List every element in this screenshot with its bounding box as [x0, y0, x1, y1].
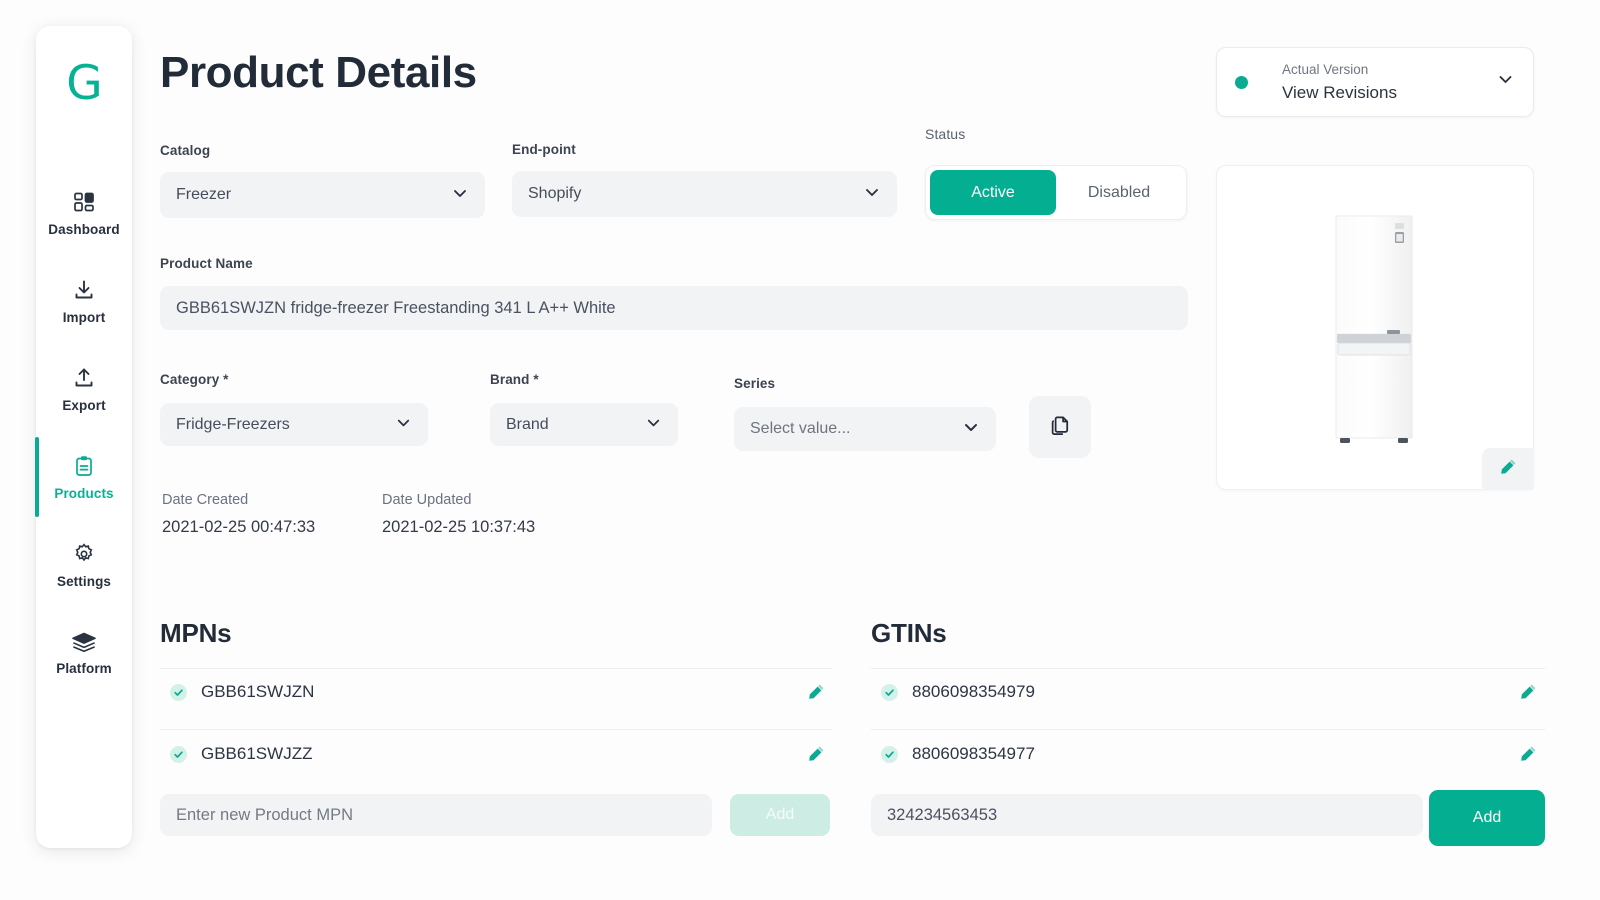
verified-check-icon [170, 746, 187, 763]
catalog-label: Catalog [160, 143, 210, 158]
divider [160, 668, 832, 669]
date-updated-value: 2021-02-25 10:37:43 [382, 518, 535, 537]
category-label: Category * [160, 372, 229, 387]
divider [160, 729, 832, 730]
gtin-input[interactable]: 324234563453 [871, 794, 1423, 836]
version-main-label: View Revisions [1282, 81, 1496, 105]
sidebar-item-label: Export [62, 398, 105, 413]
sidebar-item-settings[interactable]: Settings [36, 521, 132, 609]
catalog-value: Freezer [176, 186, 451, 204]
status-label: Status [925, 126, 965, 142]
divider [871, 668, 1545, 669]
list-item: 8806098354977 [881, 744, 1035, 764]
date-updated-label: Date Updated [382, 492, 471, 508]
endpoint-value: Shopify [528, 185, 863, 203]
endpoint-select[interactable]: Shopify [512, 171, 897, 217]
verified-check-icon [170, 684, 187, 701]
category-select[interactable]: Fridge-Freezers [160, 403, 428, 446]
pencil-icon [808, 749, 825, 766]
brand-select[interactable]: Brand [490, 403, 678, 446]
product-name-label: Product Name [160, 256, 253, 271]
list-item: GBB61SWJZN [170, 682, 314, 702]
edit-gtin-button[interactable] [1520, 745, 1537, 767]
product-name-value: GBB61SWJZN fridge-freezer Freestanding 3… [176, 299, 616, 318]
date-created-label: Date Created [162, 492, 248, 508]
status-disabled-button[interactable]: Disabled [1056, 170, 1182, 215]
edit-mpn-button[interactable] [808, 745, 825, 767]
gtin-value: 8806098354977 [912, 744, 1035, 764]
series-label: Series [734, 376, 775, 391]
version-sub-label: Actual Version [1282, 60, 1496, 81]
mpn-value: GBB61SWJZN [201, 682, 314, 702]
sidebar-item-export[interactable]: Export [36, 345, 132, 433]
mpns-title: MPNs [160, 618, 231, 649]
sidebar-item-label: Dashboard [48, 222, 119, 237]
clipboard-icon [72, 454, 96, 478]
category-value: Fridge-Freezers [176, 416, 395, 434]
divider [871, 729, 1545, 730]
edit-gtin-button[interactable] [1520, 683, 1537, 705]
gtins-title: GTINs [871, 618, 947, 649]
add-mpn-button[interactable]: Add [730, 794, 830, 836]
catalog-select[interactable]: Freezer [160, 172, 485, 218]
add-gtin-button[interactable]: Add [1429, 790, 1545, 846]
chevron-down-icon [645, 414, 662, 436]
export-icon [72, 366, 96, 390]
pencil-icon [1500, 458, 1517, 480]
product-name-input[interactable]: GBB61SWJZN fridge-freezer Freestanding 3… [160, 286, 1188, 330]
sidebar-item-label: Products [54, 486, 113, 501]
layers-icon [71, 631, 97, 653]
import-icon [72, 278, 96, 302]
gtin-input-value: 324234563453 [887, 806, 997, 825]
date-created-value: 2021-02-25 00:47:33 [162, 518, 315, 537]
copy-icon [1049, 414, 1072, 440]
duplicate-button[interactable] [1029, 396, 1091, 458]
status-active-button[interactable]: Active [930, 170, 1056, 215]
chevron-down-icon [451, 184, 469, 207]
product-image-card [1216, 165, 1534, 490]
chevron-down-icon [863, 183, 881, 206]
verified-check-icon [881, 684, 898, 701]
verified-check-icon [881, 746, 898, 763]
sidebar: G Dashboard Import [36, 26, 132, 848]
sidebar-item-products[interactable]: Products [36, 433, 132, 521]
mpn-input-placeholder: Enter new Product MPN [176, 806, 353, 825]
page-title: Product Details [160, 48, 477, 98]
sidebar-item-label: Settings [57, 574, 111, 589]
status-dot-icon [1235, 76, 1248, 89]
chevron-down-icon [395, 414, 412, 436]
pencil-icon [1520, 749, 1537, 766]
edit-mpn-button[interactable] [808, 683, 825, 705]
status-toggle-group: Active Disabled [925, 165, 1187, 220]
version-selector-texts: Actual Version View Revisions [1282, 60, 1496, 105]
list-item: 8806098354979 [881, 682, 1035, 702]
gtin-value: 8806098354979 [912, 682, 1035, 702]
series-select[interactable]: Select value... [734, 407, 996, 451]
pencil-icon [1520, 687, 1537, 704]
endpoint-label: End-point [512, 142, 576, 157]
chevron-down-icon [962, 418, 980, 441]
app-root: G Dashboard Import [0, 0, 1600, 900]
sidebar-item-dashboard[interactable]: Dashboard [36, 169, 132, 257]
sidebar-item-label: Import [63, 310, 106, 325]
brand-logo: G [66, 60, 101, 107]
version-selector[interactable]: Actual Version View Revisions [1216, 47, 1534, 117]
sidebar-item-platform[interactable]: Platform [36, 609, 132, 697]
gear-icon [72, 542, 96, 566]
list-item: GBB61SWJZZ [170, 744, 312, 764]
product-image [1335, 214, 1413, 449]
series-placeholder: Select value... [750, 420, 962, 438]
dashboard-icon [72, 190, 96, 214]
edit-image-button[interactable] [1482, 448, 1534, 490]
main-content: Product Details Actual Version View Revi… [160, 0, 1600, 900]
sidebar-item-import[interactable]: Import [36, 257, 132, 345]
pencil-icon [808, 687, 825, 704]
sidebar-item-label: Platform [56, 661, 112, 676]
mpn-value: GBB61SWJZZ [201, 744, 312, 764]
brand-value: Brand [506, 416, 645, 434]
brand-label: Brand * [490, 372, 539, 387]
chevron-down-icon [1496, 70, 1515, 94]
mpn-input[interactable]: Enter new Product MPN [160, 794, 712, 836]
